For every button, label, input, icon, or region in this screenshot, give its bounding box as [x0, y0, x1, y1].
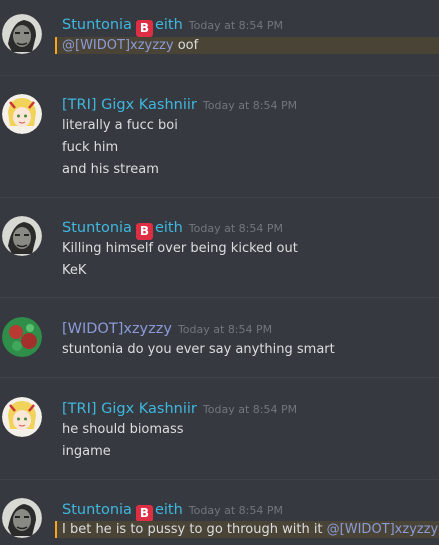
message-header: Stuntonia Beith Today at 8:54 PM	[62, 217, 283, 240]
message-header: Stuntonia Beith Today at 8:54 PM	[62, 14, 283, 37]
user-mention[interactable]: @[WIDOT]xzyzzy	[62, 38, 174, 53]
gritty-face-avatar[interactable]	[2, 498, 42, 538]
divider	[0, 479, 439, 480]
divider	[0, 297, 439, 298]
timestamp: Today at 8:54 PM	[188, 504, 283, 517]
author-name[interactable]: Stuntonia	[62, 17, 132, 33]
divider	[0, 197, 439, 198]
author-name[interactable]: [WIDOT]xzyzzy	[62, 321, 172, 337]
gritty-face-avatar[interactable]	[2, 14, 42, 54]
anime-girl-avatar[interactable]	[2, 94, 42, 134]
b-emoji-icon: B	[135, 505, 153, 522]
message-text: I bet he is to pussy to go through with …	[62, 522, 327, 537]
message-text: stuntonia do you ever say anything smart	[62, 342, 335, 357]
message-line-highlighted: @[WIDOT]xzyzzy oof	[55, 37, 439, 54]
message-line-highlighted: I bet he is to pussy to go through with …	[55, 521, 439, 538]
divider	[0, 75, 439, 76]
message-text: ingame	[62, 444, 111, 459]
divider	[0, 377, 439, 378]
message-header: Stuntonia Beith Today at 8:54 PM	[62, 499, 283, 522]
timestamp: Today at 8:54 PM	[202, 403, 298, 416]
message-text: Killing himself over being kicked out	[62, 241, 298, 256]
b-emoji-icon: B	[135, 20, 153, 37]
anime-girl-avatar[interactable]	[2, 397, 42, 437]
author-name[interactable]: [TRI] Gigx Kashniir	[62, 97, 197, 113]
author-name-suffix[interactable]: eith	[155, 17, 183, 33]
message-text: and his stream	[62, 162, 159, 177]
message-header: [TRI] Gigx Kashniir Today at 8:54 PM	[62, 398, 297, 417]
author-name[interactable]: [TRI] Gigx Kashniir	[62, 401, 197, 417]
chat-messages: Stuntonia Beith Today at 8:54 PM @[WIDOT]x…	[0, 0, 439, 545]
message-header: [TRI] Gigx Kashniir Today at 8:54 PM	[62, 94, 297, 113]
author-name-suffix[interactable]: eith	[155, 502, 183, 518]
message-header: [WIDOT]xzyzzy Today at 8:54 PM	[62, 318, 272, 337]
timestamp: Today at 8:54 PM	[188, 19, 283, 32]
message-text: literally a fucc boi	[62, 118, 178, 133]
timestamp: Today at 8:54 PM	[202, 99, 298, 112]
message-text: oof	[173, 38, 199, 53]
gritty-face-avatar[interactable]	[2, 216, 42, 256]
author-name[interactable]: Stuntonia	[62, 220, 132, 236]
author-name[interactable]: Stuntonia	[62, 502, 132, 518]
message-text: fuck him	[62, 140, 119, 155]
message-text: he should biomass	[62, 422, 184, 437]
b-emoji-icon: B	[135, 223, 153, 240]
timestamp: Today at 8:54 PM	[188, 222, 283, 235]
green-red-avatar[interactable]	[2, 317, 42, 357]
author-name-suffix[interactable]: eith	[155, 220, 183, 236]
message-text: KeK	[62, 263, 87, 278]
timestamp: Today at 8:54 PM	[177, 323, 273, 336]
user-mention[interactable]: @[WIDOT]xzyzzy	[327, 522, 439, 537]
